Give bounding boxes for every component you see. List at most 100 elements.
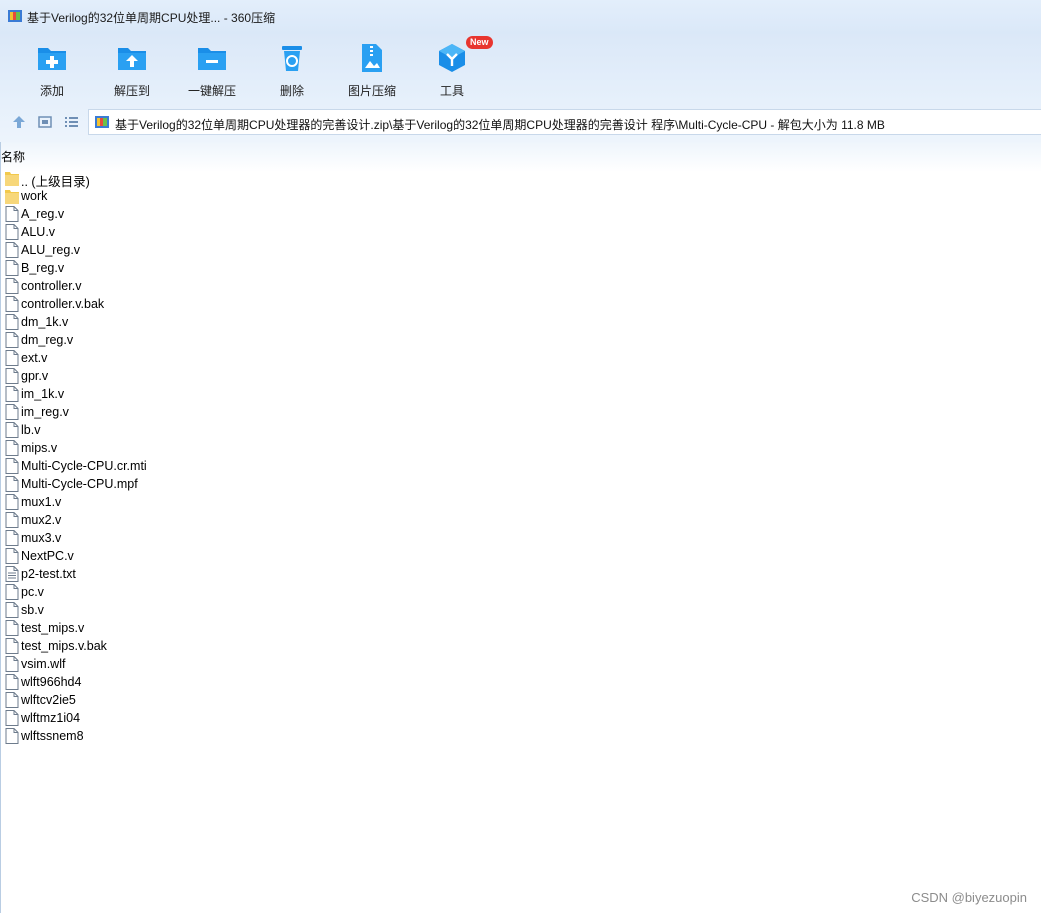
extract-to-icon [118,48,146,70]
file-row[interactable]: test_mips.v [1,619,301,637]
file-row[interactable]: wlftmz1i04 [1,709,301,727]
file-row[interactable]: dm_1k.v [1,313,301,331]
file-row[interactable]: wlft966hd4 [1,673,301,691]
folder-icon [5,190,19,204]
file-icon [5,656,19,672]
file-row[interactable]: p2-test.txt [1,565,301,583]
thumbnail-view-icon[interactable] [36,113,54,131]
file-icon [5,332,19,348]
file-name: mux3.v [21,531,62,545]
add-folder-icon [38,48,66,70]
file-name: mux2.v [21,513,62,527]
file-row[interactable]: Multi-Cycle-CPU.mpf [1,475,301,493]
file-icon [5,476,19,492]
file-icon [5,548,19,564]
file-row[interactable]: mux1.v [1,493,301,511]
zip-archive-icon [95,116,109,128]
file-icon [5,242,19,258]
file-name: pc.v [21,585,44,599]
address-field[interactable]: 基于Verilog的32位单周期CPU处理器的完善设计.zip\基于Verilo… [88,109,1041,135]
file-name: ALU.v [21,225,56,239]
file-name: controller.v.bak [21,297,105,311]
window-title: 基于Verilog的32位单周期CPU处理... - 360压缩 [27,11,276,25]
file-icon [5,440,19,456]
file-row[interactable]: im_1k.v [1,385,301,403]
file-name: work [21,189,48,203]
delete-label: 删除 [279,84,304,98]
file-icon [5,260,19,276]
file-row[interactable]: wlftssnem8 [1,727,301,745]
column-header-name[interactable]: 名称 [1,148,25,165]
tools-button[interactable]: New 工具 [412,36,493,100]
add-button[interactable]: 添加 [12,38,92,100]
file-row[interactable]: test_mips.v.bak [1,637,301,655]
file-row[interactable]: pc.v [1,583,301,601]
file-row[interactable]: sb.v [1,601,301,619]
one-click-extract-button[interactable]: 一键解压 [172,38,252,100]
file-icon [5,350,19,366]
file-row[interactable]: vsim.wlf [1,655,301,673]
file-name: p2-test.txt [21,567,76,581]
file-row[interactable]: lb.v [1,421,301,439]
file-row[interactable]: dm_reg.v [1,331,301,349]
image-compress-label: 图片压缩 [347,84,396,98]
file-name: A_reg.v [21,207,65,221]
address-path: 基于Verilog的32位单周期CPU处理器的完善设计.zip\基于Verilo… [115,118,885,132]
text-file-icon [5,566,19,582]
file-row[interactable]: controller.v.bak [1,295,301,313]
file-icon [5,692,19,708]
file-name: test_mips.v.bak [21,639,107,653]
file-row[interactable]: A_reg.v [1,205,301,223]
extract-to-button[interactable]: 解压到 [92,38,172,100]
file-icon [5,602,19,618]
folder-icon [5,172,19,186]
add-button-label: 添加 [39,84,64,98]
file-icon [5,458,19,474]
file-row[interactable]: wlftcv2ie5 [1,691,301,709]
file-icon [5,674,19,690]
file-name: dm_1k.v [21,315,69,329]
list-view-icon[interactable] [62,113,80,131]
file-icon [5,278,19,294]
file-name: wlftssnem8 [21,729,84,743]
file-name: vsim.wlf [21,657,66,671]
delete-button[interactable]: 删除 [252,38,332,100]
file-name: mips.v [21,441,58,455]
extract-to-label: 解压到 [113,84,150,98]
file-row[interactable]: NextPC.v [1,547,301,565]
file-name: Multi-Cycle-CPU.cr.mti [21,459,147,473]
file-name: ext.v [21,351,48,365]
toolbar: 添加 解压到 一键解压 删除 图片压缩 New 工具 [0,34,1041,102]
file-icon [5,638,19,654]
file-icon [5,368,19,384]
file-icon [5,296,19,312]
new-badge: New [466,36,493,49]
file-row[interactable]: mips.v [1,439,301,457]
file-row[interactable]: ALU.v [1,223,301,241]
file-row[interactable]: Multi-Cycle-CPU.cr.mti [1,457,301,475]
file-row[interactable]: mux3.v [1,529,301,547]
file-row[interactable]: ALU_reg.v [1,241,301,259]
folder-row[interactable]: .. (上级目录) [1,169,301,189]
file-icon [5,314,19,330]
file-name: sb.v [21,603,44,617]
file-name: Multi-Cycle-CPU.mpf [21,477,138,491]
file-icon [5,710,19,726]
file-list: .. (上级目录) work A_reg.v ALU.v ALU_reg.v B_reg.… [1,169,301,745]
file-row[interactable]: im_reg.v [1,403,301,421]
trash-icon [282,46,302,71]
up-arrow-icon[interactable] [10,113,28,131]
file-row[interactable]: B_reg.v [1,259,301,277]
zip-archive-icon [8,10,22,22]
title-bar: 基于Verilog的32位单周期CPU处理... - 360压缩 [0,0,1041,34]
file-name: B_reg.v [21,261,65,275]
file-icon [5,728,19,744]
file-row[interactable]: controller.v [1,277,301,295]
image-compress-button[interactable]: 图片压缩 [332,38,412,100]
file-name: wlftmz1i04 [21,711,81,725]
file-icon [5,494,19,510]
file-row[interactable]: ext.v [1,349,301,367]
file-row[interactable]: gpr.v [1,367,301,385]
folder-row[interactable]: work [1,187,301,205]
file-row[interactable]: mux2.v [1,511,301,529]
